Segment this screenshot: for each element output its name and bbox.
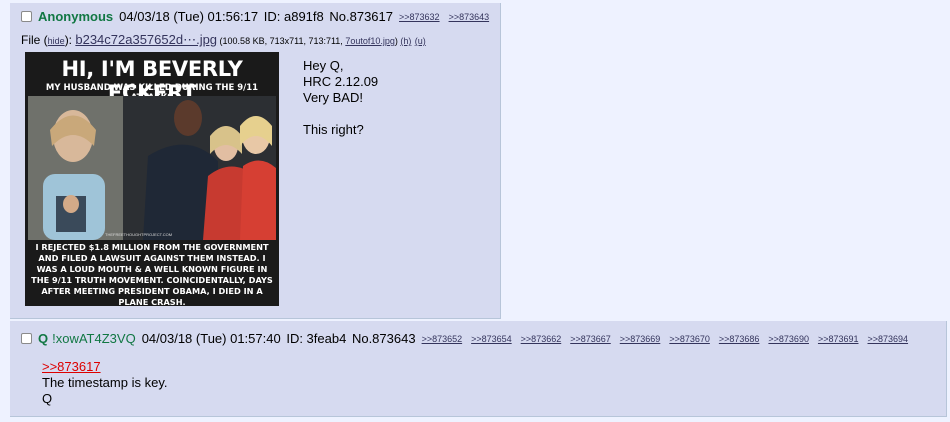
post-header: Q !xowAT4Z3VQ 04/03/18 (Tue) 01:57:40 ID… xyxy=(21,331,908,346)
upload-link[interactable]: (u) xyxy=(415,36,426,46)
post-line: The timestamp is key. xyxy=(42,375,168,390)
backlink[interactable]: >>873632 xyxy=(399,12,440,22)
image-photo xyxy=(28,96,276,240)
post-body: >>873617 The timestamp is key. Q xyxy=(42,359,167,407)
hide-file-link[interactable]: hide xyxy=(48,36,65,46)
backlink[interactable]: >>873669 xyxy=(620,334,661,344)
poster-name: Anonymous xyxy=(38,9,114,24)
backlink[interactable]: >>873643 xyxy=(449,12,490,22)
backlink[interactable]: >>873691 xyxy=(818,334,859,344)
poster-id[interactable]: ID: 3feab4 xyxy=(286,331,346,346)
post-image-thumbnail[interactable]: HI, I'M BEVERLY ECKERT MY HUSBAND WAS KI… xyxy=(25,52,279,306)
backlinks: >>873632 >>873643 xyxy=(399,12,489,22)
post-date: 04/03/18 (Tue) 01:56:17 xyxy=(119,9,259,24)
backlink[interactable]: >>873690 xyxy=(768,334,809,344)
backlink[interactable]: >>873662 xyxy=(521,334,562,344)
image-caption: I REJECTED $1.8 MILLION FROM THE GOVERNM… xyxy=(31,242,273,306)
post-line: HRC 2.12.09 xyxy=(303,74,379,89)
file-label-close: ): xyxy=(64,33,76,47)
backlinks: >>873652 >>873654 >>873662 >>873667 >>87… xyxy=(422,334,908,344)
file-label: File ( xyxy=(21,33,48,47)
post-date: 04/03/18 (Tue) 01:57:40 xyxy=(141,331,281,346)
post-873643: Q !xowAT4Z3VQ 04/03/18 (Tue) 01:57:40 ID… xyxy=(10,321,947,417)
file-info: File (hide): b234c72a357652d⋯.jpg (100.5… xyxy=(21,32,426,48)
original-filename-link[interactable]: 7outof10.jpg xyxy=(345,36,395,46)
post-body: Hey Q, HRC 2.12.09 Very BAD! This right? xyxy=(303,58,378,138)
post-select-checkbox[interactable] xyxy=(21,333,32,344)
post-line: Q xyxy=(42,391,53,406)
post-line-blank xyxy=(303,106,378,122)
backlink[interactable]: >>873667 xyxy=(570,334,611,344)
file-name-link[interactable]: b234c72a357652d⋯.jpg xyxy=(75,32,217,47)
tripcode: !xowAT4Z3VQ xyxy=(52,331,136,346)
hash-search-link[interactable]: (h) xyxy=(400,36,411,46)
post-number[interactable]: No.873617 xyxy=(329,9,393,24)
quote-link[interactable]: >>873617 xyxy=(42,359,167,375)
backlink[interactable]: >>873652 xyxy=(422,334,463,344)
backlink[interactable]: >>873670 xyxy=(669,334,710,344)
backlink[interactable]: >>873694 xyxy=(868,334,909,344)
post-873617: Anonymous 04/03/18 (Tue) 01:56:17 ID: a8… xyxy=(10,3,501,319)
file-meta: (100.58 KB, 713x711, 713:711, xyxy=(217,36,346,46)
post-number[interactable]: No.873643 xyxy=(352,331,416,346)
poster-name: Q xyxy=(38,331,49,346)
poster-id[interactable]: ID: a891f8 xyxy=(264,9,324,24)
backlink[interactable]: >>873654 xyxy=(471,334,512,344)
post-line: This right? xyxy=(303,122,364,137)
post-line: Hey Q, xyxy=(303,58,344,73)
image-credit: THEFREETHOUGHTPROJECT.COM xyxy=(105,232,173,237)
backlink[interactable]: >>873686 xyxy=(719,334,760,344)
post-header: Anonymous 04/03/18 (Tue) 01:56:17 ID: a8… xyxy=(21,9,489,24)
post-line: Very BAD! xyxy=(303,90,363,105)
post-select-checkbox[interactable] xyxy=(21,11,32,22)
